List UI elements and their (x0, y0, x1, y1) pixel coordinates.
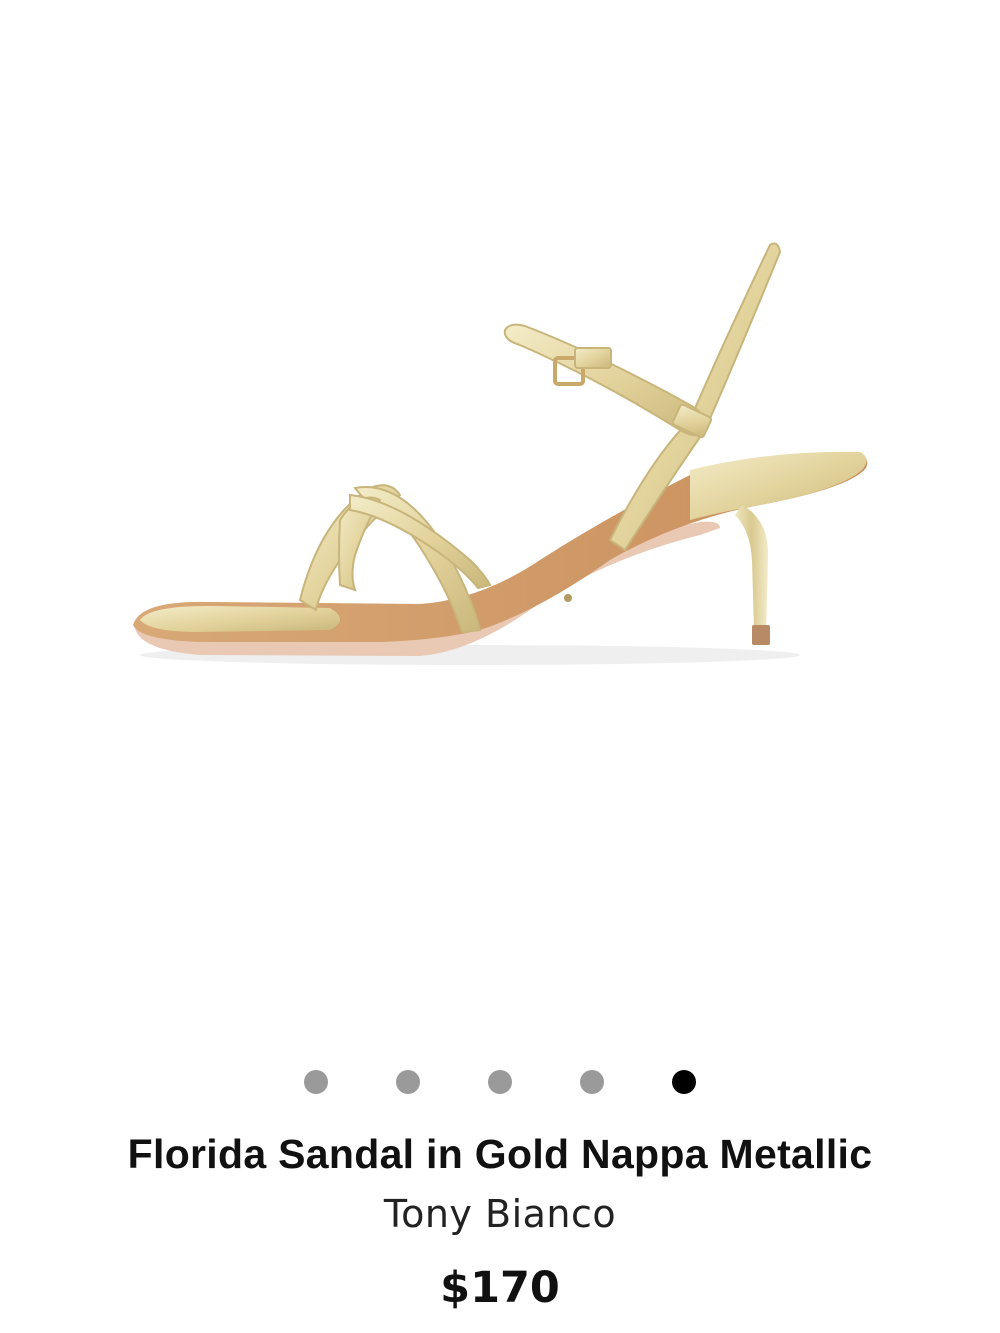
carousel-dot-3[interactable] (488, 1070, 512, 1094)
product-brand[interactable]: Tony Bianco (0, 1188, 1000, 1240)
carousel-dot-4[interactable] (580, 1070, 604, 1094)
carousel-dot-2[interactable] (396, 1070, 420, 1094)
product-price: $170 (440, 1263, 560, 1313)
image-carousel-dots (0, 1068, 1000, 1096)
product-title: Florida Sandal in Gold Nappa Metallic (127, 1131, 873, 1177)
carousel-dot-5-active[interactable] (672, 1070, 696, 1094)
product-image[interactable] (0, 0, 1000, 1050)
sandal-illustration (133, 242, 868, 665)
carousel-dot-1[interactable] (304, 1070, 328, 1094)
